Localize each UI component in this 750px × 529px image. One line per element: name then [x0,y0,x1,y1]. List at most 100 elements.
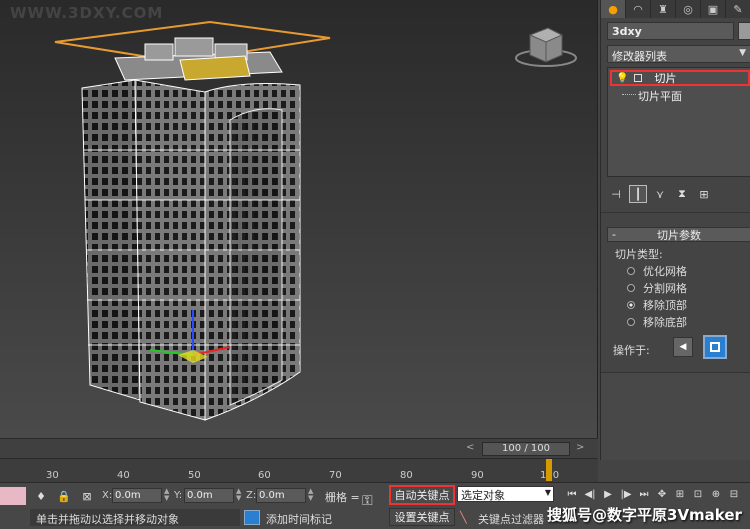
pin-stack-icon[interactable]: ⊣ [607,185,625,203]
collapse-icon: - [612,228,616,241]
radio-refine-mesh[interactable]: 优化网格 [627,263,687,279]
radio-label: 分割网格 [643,282,687,295]
prev-frame-icon[interactable]: < [466,442,474,453]
configure-sets-icon[interactable]: ⊞ [695,185,713,203]
auto-key-button[interactable]: 自动关键点 [389,485,455,505]
radio-button[interactable] [627,267,635,275]
utilities-tab[interactable]: ✎ [726,0,750,18]
radio-button[interactable] [627,318,635,326]
x-coordinate-input[interactable]: 0.0m [112,488,162,503]
go-to-end-icon[interactable]: ⏭ [637,487,651,501]
modifier-list-dropdown[interactable]: 修改器列表 ▼ [607,45,750,63]
object-name-field[interactable]: 3dxy [607,22,734,40]
remove-modifier-icon[interactable]: ⧗ [673,185,691,203]
radio-remove-top[interactable]: 移除顶部 [627,297,687,313]
modifier-list-label: 修改器列表 [612,50,667,63]
tick-label: 90 [471,470,484,481]
hierarchy-tab[interactable]: ♜ [651,0,676,18]
absolute-mode-icon[interactable]: ⊠ [80,489,94,503]
zoom-region-icon[interactable]: ⊞ [673,487,687,501]
y-label: Y: [174,490,183,501]
panel-empty-area [601,372,750,460]
app-window: WWW.3DXY.COM ● ◠ ♜ ◎ ▣ ✎ 3dxy 修改器列表 ▼ 💡 … [0,0,750,529]
operate-on-label: 操作于: [613,344,650,357]
utilities-icon: ✎ [733,2,743,16]
tick-label: 40 [117,470,130,481]
object-color-swatch[interactable] [738,22,750,40]
key-selection-dropdown[interactable]: 选定对象 ▼ [457,486,554,502]
square-icon [710,342,720,352]
chevron-down-icon: ▼ [739,48,746,58]
divider [601,212,750,213]
set-key-button[interactable]: 设置关键点 [389,508,455,526]
prompt-line: 单击并拖动以选择并移动对象 [36,513,179,526]
display-tab[interactable]: ▣ [701,0,726,18]
triangle-icon: ◀ [679,342,687,352]
time-slider-thumb[interactable]: 100 / 100 [482,442,570,456]
zoom-extents-icon[interactable]: ✥ [655,487,669,501]
previous-frame-icon[interactable]: ◀| [583,487,597,501]
status-bar: ♦ 🔒 ⊠ X: 0.0m ▲ ▼ Y: 0.0m ▲ ▼ Z: 0.0m ▲ ▼ 栅… [0,482,750,529]
field-of-view-icon[interactable]: ⊡ [691,487,705,501]
stack-item-slice[interactable]: 💡 切片 [610,70,750,86]
x-label: X: [102,490,113,501]
maximize-viewport-icon[interactable]: ⊟ [727,487,741,501]
sohu-watermark: 搜狐号@数字平原3Vmaker [547,506,742,524]
y-spinner[interactable]: ▲ ▼ [236,488,242,503]
lightbulb-icon[interactable]: 💡 [616,73,628,84]
playback-controls: ⏮ ◀| ▶ |▶ ⏭ ✥ ⊞ ⊡ ⊕ ⊟ [565,487,741,501]
radio-button-selected[interactable] [627,301,635,309]
maxscript-listener[interactable] [0,487,26,505]
make-unique-icon[interactable]: ⋎ [651,185,669,203]
motion-icon: ◎ [683,2,693,16]
y-coordinate-input[interactable]: 0.0m [184,488,234,503]
hierarchy-icon: ♜ [658,2,668,16]
z-spinner[interactable]: ▲ ▼ [308,488,314,503]
bend-icon: ◠ [633,2,643,16]
modifier-stack: 💡 切片 切片平面 [607,67,750,177]
z-coordinate-input[interactable]: 0.0m [256,488,306,503]
radio-label: 优化网格 [643,265,687,278]
radio-button[interactable] [627,284,635,292]
stack-item-label: 切片 [654,72,677,85]
key-filter-icon[interactable]: ╲ [460,511,467,524]
perspective-viewport[interactable]: WWW.3DXY.COM [0,0,598,438]
orbit-icon[interactable]: ⊕ [709,487,723,501]
next-frame-icon[interactable]: > [576,442,584,453]
radio-remove-bottom[interactable]: 移除底部 [627,314,687,330]
slice-parameters-body: 切片类型: 优化网格 分割网格 移除顶部 移除底部 操作于: ◀ [607,244,750,364]
time-slider[interactable]: < 100 / 100 > [0,438,598,458]
z-label: Z: [246,490,257,501]
command-panel: ● ◠ ♜ ◎ ▣ ✎ 3dxy 修改器列表 ▼ 💡 切片 切片平面 ⊣ ┃ ⋎… [600,0,750,460]
go-to-start-icon[interactable]: ⏮ [565,487,579,501]
modify-tab[interactable]: ◠ [626,0,651,18]
lock-icon[interactable]: 🔒 [57,489,71,503]
next-frame-icon[interactable]: |▶ [619,487,633,501]
selection-value: 选定对象 [461,489,505,502]
tick-label: 60 [258,470,271,481]
current-frame-marker[interactable] [546,459,552,481]
motion-tab[interactable]: ◎ [676,0,701,18]
radio-split-mesh[interactable]: 分割网格 [627,280,687,296]
play-icon[interactable]: ▶ [601,487,615,501]
lightbulb-icon[interactable]: ♦ [34,489,48,503]
x-spinner[interactable]: ▲ ▼ [164,488,170,503]
radio-label: 移除底部 [643,316,687,329]
track-bar[interactable]: 30 40 50 60 70 80 90 100 [0,458,598,482]
add-time-tag-icon[interactable] [244,510,260,525]
rollout-title: 切片参数 [657,228,701,242]
slice-parameters-rollout[interactable]: - 切片参数 [607,227,750,242]
key-filters-button[interactable]: 关键点过滤器 [478,511,544,527]
slice-type-label: 切片类型: [615,248,663,261]
stack-subobject-slice-plane[interactable]: 切片平面 [622,88,682,104]
create-tab[interactable]: ● [601,0,626,18]
sun-icon: ● [608,2,618,16]
tick-label: 70 [329,470,342,481]
viewcube [515,27,577,67]
expand-icon[interactable] [634,74,643,82]
operate-on-poly-button[interactable] [703,335,727,359]
add-time-tag-label[interactable]: 添加时间标记 [266,511,332,527]
key-icon[interactable]: ⚿ [362,493,373,509]
show-end-result-icon[interactable]: ┃ [629,185,647,203]
operate-on-face-button[interactable]: ◀ [673,337,693,357]
